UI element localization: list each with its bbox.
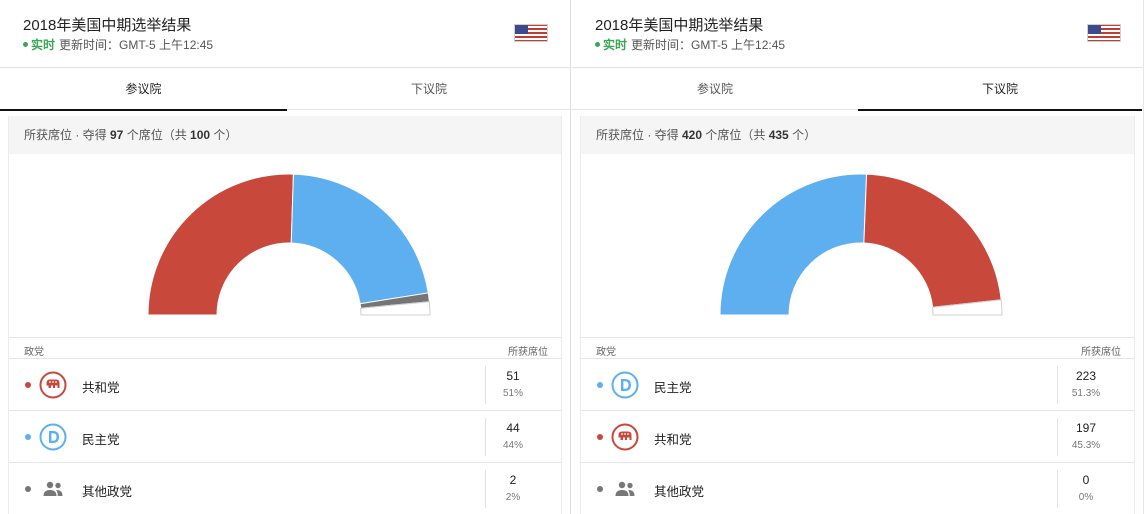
divider bbox=[485, 366, 486, 404]
seat-percent: 2% bbox=[505, 492, 521, 503]
divider bbox=[1057, 470, 1058, 508]
panel-header: 2018年美国中期选举结果 实时 更新时间：GMT-5 上午12:45 bbox=[0, 0, 570, 68]
seat-count: 2 bbox=[509, 473, 517, 487]
tab-house[interactable]: 下议院 bbox=[287, 69, 570, 110]
results-card: 所获席位 · 夺得 420 个席位（共 435 个） 政党 所获席位 民主党 2… bbox=[580, 116, 1135, 514]
party-color-dot bbox=[25, 486, 31, 492]
summary-prefix: 所获席位 · 夺得 bbox=[24, 128, 110, 142]
table-row[interactable]: 民主党 44 44% bbox=[9, 411, 561, 463]
party-color-dot bbox=[597, 382, 603, 388]
tab-senate[interactable]: 参议院 bbox=[0, 69, 287, 111]
summary-suffix: 个） bbox=[210, 128, 238, 142]
panel-title: 2018年美国中期选举结果 bbox=[23, 17, 192, 34]
table-header: 政党 所获席位 bbox=[581, 337, 1134, 359]
update-line: 实时 更新时间：GMT-5 上午12:45 bbox=[23, 36, 213, 53]
table-row[interactable]: 其他政党 2 2% bbox=[9, 463, 561, 514]
col-seats: 所获席位 bbox=[508, 347, 548, 358]
party-color-dot bbox=[25, 382, 31, 388]
col-seats: 所获席位 bbox=[1081, 347, 1121, 358]
table-header: 政党 所获席位 bbox=[9, 337, 561, 359]
results-card: 所获席位 · 夺得 97 个席位（共 100 个） 政党 所获席位 共和党 51… bbox=[8, 116, 562, 514]
active-tab-indicator bbox=[0, 109, 287, 111]
seat-percent: 45.3% bbox=[1071, 440, 1101, 451]
seat-percent: 51.3% bbox=[1071, 388, 1101, 399]
summary-won: 420 bbox=[682, 128, 703, 142]
seat-count: 44 bbox=[506, 421, 520, 435]
party-name: 民主党 bbox=[654, 381, 692, 395]
senate-seat-chart bbox=[147, 173, 431, 316]
tab-senate[interactable]: 参议院 bbox=[572, 69, 858, 110]
chamber-tabs: 参议院 下议院 bbox=[0, 69, 570, 111]
divider bbox=[485, 418, 486, 456]
update-line: 实时 更新时间：GMT-5 上午12:45 bbox=[595, 36, 785, 53]
party-name: 其他政党 bbox=[82, 485, 133, 499]
summary-won: 97 bbox=[110, 128, 124, 142]
live-label: 实时 bbox=[603, 38, 628, 52]
people-icon bbox=[615, 481, 635, 496]
democrat-d-icon bbox=[611, 371, 639, 399]
party-name: 共和党 bbox=[82, 381, 120, 395]
seat-arc-1 bbox=[290, 173, 429, 305]
seats-summary: 所获席位 · 夺得 97 个席位（共 100 个） bbox=[9, 116, 561, 154]
seat-count: 0 bbox=[1082, 473, 1090, 487]
tab-house-label: 下议院 bbox=[981, 82, 1018, 96]
table-row[interactable]: 其他政党 0 0% bbox=[581, 463, 1134, 514]
republican-elephant-icon bbox=[611, 423, 639, 451]
table-row[interactable]: 共和党 197 45.3% bbox=[581, 411, 1134, 463]
summary-mid: 个席位（共 bbox=[123, 128, 191, 142]
divider bbox=[1057, 418, 1058, 456]
people-icon bbox=[43, 481, 63, 496]
seat-count: 51 bbox=[506, 369, 520, 383]
seat-count: 197 bbox=[1075, 421, 1097, 435]
tab-senate-label: 参议院 bbox=[696, 82, 733, 96]
summary-mid: 个席位（共 bbox=[702, 128, 769, 142]
senate-panel: 2018年美国中期选举结果 实时 更新时间：GMT-5 上午12:45 参议院 下… bbox=[0, 0, 571, 514]
party-color-dot bbox=[597, 434, 603, 440]
republican-elephant-icon bbox=[39, 371, 67, 399]
party-color-dot bbox=[597, 486, 603, 492]
seat-arc-0 bbox=[147, 173, 294, 316]
updated-time: 更新时间：GMT-5 上午12:45 bbox=[631, 38, 786, 52]
summary-total: 100 bbox=[190, 128, 211, 142]
seat-percent: 44% bbox=[502, 440, 523, 451]
tab-house[interactable]: 下议院 bbox=[858, 69, 1142, 111]
live-dot-icon bbox=[23, 42, 28, 48]
live-dot-icon bbox=[595, 42, 600, 48]
seat-count: 223 bbox=[1075, 369, 1097, 383]
us-flag-icon bbox=[1087, 24, 1121, 42]
table-row[interactable]: 共和党 51 51% bbox=[9, 359, 561, 411]
party-color-dot bbox=[25, 434, 31, 440]
seats-summary: 所获席位 · 夺得 420 个席位（共 435 个） bbox=[581, 116, 1134, 154]
table-row[interactable]: 民主党 223 51.3% bbox=[581, 359, 1134, 411]
party-name: 共和党 bbox=[654, 433, 692, 447]
party-name: 民主党 bbox=[82, 433, 120, 447]
summary-total: 435 bbox=[768, 128, 789, 142]
active-tab-indicator bbox=[858, 109, 1142, 111]
chamber-tabs: 参议院 下议院 bbox=[572, 69, 1143, 111]
divider bbox=[485, 470, 486, 508]
live-label: 实时 bbox=[31, 38, 56, 52]
seat-arc-1 bbox=[863, 173, 1002, 308]
panel-header: 2018年美国中期选举结果 实时 更新时间：GMT-5 上午12:45 bbox=[572, 0, 1143, 68]
col-party: 政党 bbox=[24, 347, 44, 358]
seat-percent: 0% bbox=[1078, 492, 1094, 503]
house-panel: 2018年美国中期选举结果 实时 更新时间：GMT-5 上午12:45 参议院 下… bbox=[572, 0, 1144, 514]
divider bbox=[1057, 366, 1058, 404]
seat-arc-0 bbox=[719, 173, 868, 316]
tab-house-label: 下议院 bbox=[410, 82, 447, 96]
party-name: 其他政党 bbox=[654, 485, 705, 499]
panel-title: 2018年美国中期选举结果 bbox=[595, 17, 764, 34]
seat-percent: 51% bbox=[502, 388, 523, 399]
democrat-d-icon bbox=[39, 423, 67, 451]
summary-suffix: 个） bbox=[788, 128, 817, 142]
tab-senate-label: 参议院 bbox=[125, 82, 162, 96]
summary-prefix: 所获席位 · 夺得 bbox=[596, 128, 682, 142]
us-flag-icon bbox=[514, 24, 548, 42]
col-party: 政党 bbox=[596, 347, 616, 358]
updated-time: 更新时间：GMT-5 上午12:45 bbox=[59, 38, 214, 52]
house-seat-chart bbox=[719, 173, 1003, 316]
